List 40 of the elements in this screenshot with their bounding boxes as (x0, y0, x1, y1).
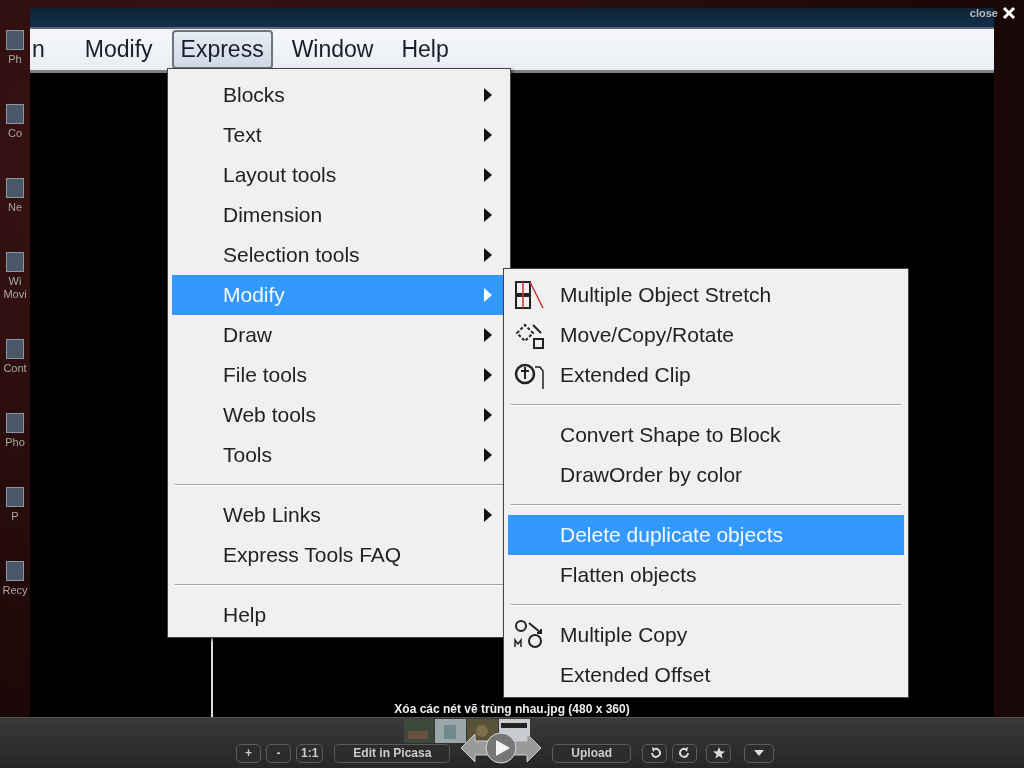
menu-item[interactable]: Help (172, 595, 506, 635)
toolbar-button[interactable]: Upload (552, 743, 631, 763)
desktop-icon-label: Co (7, 127, 23, 140)
zoom-button[interactable]: + (235, 743, 261, 763)
menu-item[interactable]: Move/Copy/Rotate (508, 315, 904, 355)
menu-item[interactable]: DrawOrder by color (508, 455, 904, 495)
menu-item[interactable]: Multiple Copy (508, 615, 904, 655)
desktop-icon-label: P (11, 510, 19, 523)
desktop-icon-label: Recy (2, 584, 28, 597)
menu-item[interactable]: Selection tools (172, 235, 506, 275)
zoom-button[interactable]: 1:1 (295, 743, 324, 763)
menu-item[interactable]: Blocks (172, 75, 506, 115)
menu-item[interactable]: Web tools (172, 395, 506, 435)
menu-item[interactable]: Convert Shape to Block (508, 415, 904, 455)
desktop-icon-label: Pho (5, 436, 25, 449)
menu-bar-item[interactable]: n (30, 30, 54, 69)
desktop-icon-label: Wi Movi (3, 275, 27, 301)
menu-item[interactable]: File tools (172, 355, 506, 395)
desktop-icon-label: Ph (8, 53, 22, 66)
menu-item[interactable]: Tools (172, 435, 506, 475)
menu-item[interactable]: Web Links (172, 495, 506, 535)
menu-item[interactable]: Multiple Object Stretch (508, 275, 904, 315)
toolbar-button[interactable]: Edit in Picasa (334, 743, 451, 763)
menu-item[interactable]: Flatten objects (508, 555, 904, 595)
menu-bar-item[interactable]: Window (282, 30, 383, 69)
menu-item[interactable]: Draw (172, 315, 506, 355)
menu-item[interactable]: Express Tools FAQ (172, 535, 506, 575)
menu-bar-item[interactable]: Help (392, 30, 458, 69)
menu-item[interactable]: Text (172, 115, 506, 155)
desktop-icon-label: Ne (7, 201, 23, 214)
image-caption: Xóa các nét vẽ trùng nhau.jpg (480 x 360) (394, 702, 630, 716)
desktop-icon-label: Cont (3, 362, 27, 375)
menu-item[interactable]: Extended Offset (508, 655, 904, 695)
menu-bar-item[interactable]: Express (171, 30, 273, 69)
menu-item[interactable]: Layout tools (172, 155, 506, 195)
close-label[interactable]: close (969, 7, 998, 19)
menu-item[interactable]: Dimension (172, 195, 506, 235)
menu-item[interactable]: Extended Clip (508, 355, 904, 395)
menu-bar-item[interactable]: Modify (75, 30, 162, 69)
zoom-button[interactable]: - (265, 743, 291, 763)
